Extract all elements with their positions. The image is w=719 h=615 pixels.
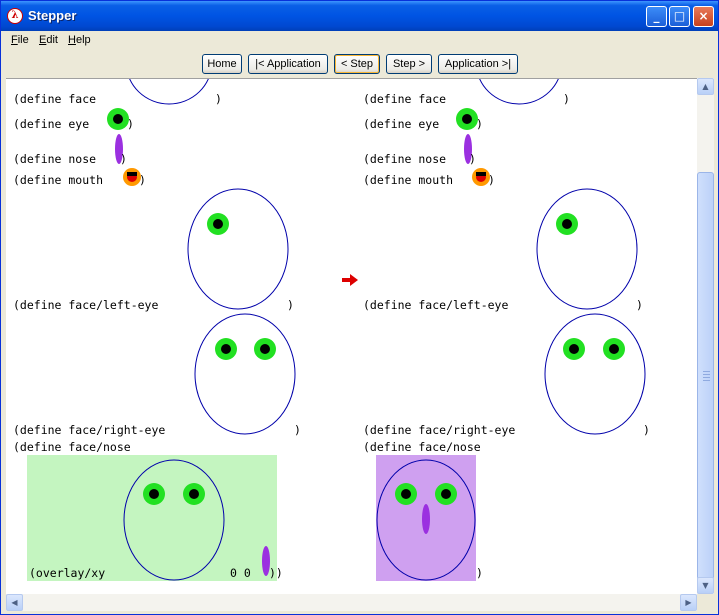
title-bar[interactable]: λ Stepper _ □ × <box>1 1 718 31</box>
close-paren: ) <box>476 566 483 580</box>
overlay-xy-line: (overlay/xy <box>29 566 106 580</box>
close-paren: ) <box>636 298 643 312</box>
face-with-eyes-image-right <box>544 313 646 435</box>
close-parens: )) <box>269 566 283 580</box>
stepper-window: λ Stepper _ □ × File Edit Help Home |< A… <box>0 0 719 615</box>
close-paren: ) <box>469 152 476 166</box>
define-face-line-right: (define face <box>363 92 447 106</box>
eye-image-right <box>456 108 478 130</box>
face-with-nose-image <box>376 459 476 581</box>
face-image-top-right <box>479 79 559 105</box>
eye-image <box>107 108 129 130</box>
define-mouth-line-right: (define mouth <box>363 173 454 187</box>
window-title: Stepper <box>28 8 77 23</box>
last-application-button[interactable]: Application >| <box>438 54 518 74</box>
scroll-down-button[interactable]: ▼ <box>697 577 714 594</box>
overlay-face-image <box>123 459 225 581</box>
scroll-thumb[interactable] <box>697 172 714 580</box>
horizontal-scrollbar[interactable]: ◀ ▶ <box>6 594 697 611</box>
define-eye-line-right: (define eye <box>363 117 440 131</box>
close-paren: ) <box>287 298 294 312</box>
step-arrow-icon <box>342 274 358 286</box>
close-paren: ) <box>215 92 222 106</box>
define-face-right-eye-line-right: (define face/right-eye <box>363 423 516 437</box>
minimize-button[interactable]: _ <box>646 6 667 27</box>
close-paren: ) <box>120 152 127 166</box>
define-eye-line: (define eye <box>13 117 90 131</box>
racket-lambda-icon: λ <box>7 8 23 24</box>
define-face-nose-line: (define face/nose <box>13 440 131 454</box>
vertical-scrollbar[interactable]: ▲ ▼ <box>697 78 714 594</box>
first-application-button[interactable]: |< Application <box>248 54 328 74</box>
define-face-nose-line-right: (define face/nose <box>363 440 481 454</box>
face-with-left-eye-image <box>187 188 289 310</box>
stepper-pane[interactable]: (define face ) (define eye ) (define nos… <box>6 78 697 595</box>
close-paren: ) <box>488 173 495 187</box>
face-with-left-eye-image-right <box>536 188 638 310</box>
face-image-top <box>129 79 209 105</box>
scroll-right-button[interactable]: ▶ <box>680 594 697 611</box>
next-step-button[interactable]: Step > <box>386 54 432 74</box>
home-button[interactable]: Home <box>202 54 242 74</box>
define-face-left-eye-line-right: (define face/left-eye <box>363 298 509 312</box>
menu-edit[interactable]: Edit <box>39 34 58 46</box>
menu-help[interactable]: Help <box>68 34 91 46</box>
close-paren: ) <box>127 117 134 131</box>
define-nose-line: (define nose <box>13 152 97 166</box>
close-paren: ) <box>643 423 650 437</box>
close-paren: ) <box>476 117 483 131</box>
define-mouth-line: (define mouth <box>13 173 104 187</box>
close-paren: ) <box>563 92 570 106</box>
overlay-args: 0 0 <box>230 566 251 580</box>
scroll-left-button[interactable]: ◀ <box>6 594 23 611</box>
prev-step-button[interactable]: < Step <box>334 54 380 74</box>
define-face-left-eye-line: (define face/left-eye <box>13 298 159 312</box>
close-paren: ) <box>139 173 146 187</box>
menu-file[interactable]: File <box>11 34 29 46</box>
define-nose-line-right: (define nose <box>363 152 447 166</box>
face-with-eyes-image <box>194 313 296 435</box>
menu-bar: File Edit Help <box>4 31 715 50</box>
stepper-toolbar: Home |< Application < Step Step > Applic… <box>4 51 715 77</box>
define-face-right-eye-line: (define face/right-eye <box>13 423 166 437</box>
close-paren: ) <box>294 423 301 437</box>
scroll-up-button[interactable]: ▲ <box>697 78 714 95</box>
close-button[interactable]: × <box>693 6 714 27</box>
maximize-button[interactable]: □ <box>669 6 690 27</box>
define-face-line: (define face <box>13 92 97 106</box>
